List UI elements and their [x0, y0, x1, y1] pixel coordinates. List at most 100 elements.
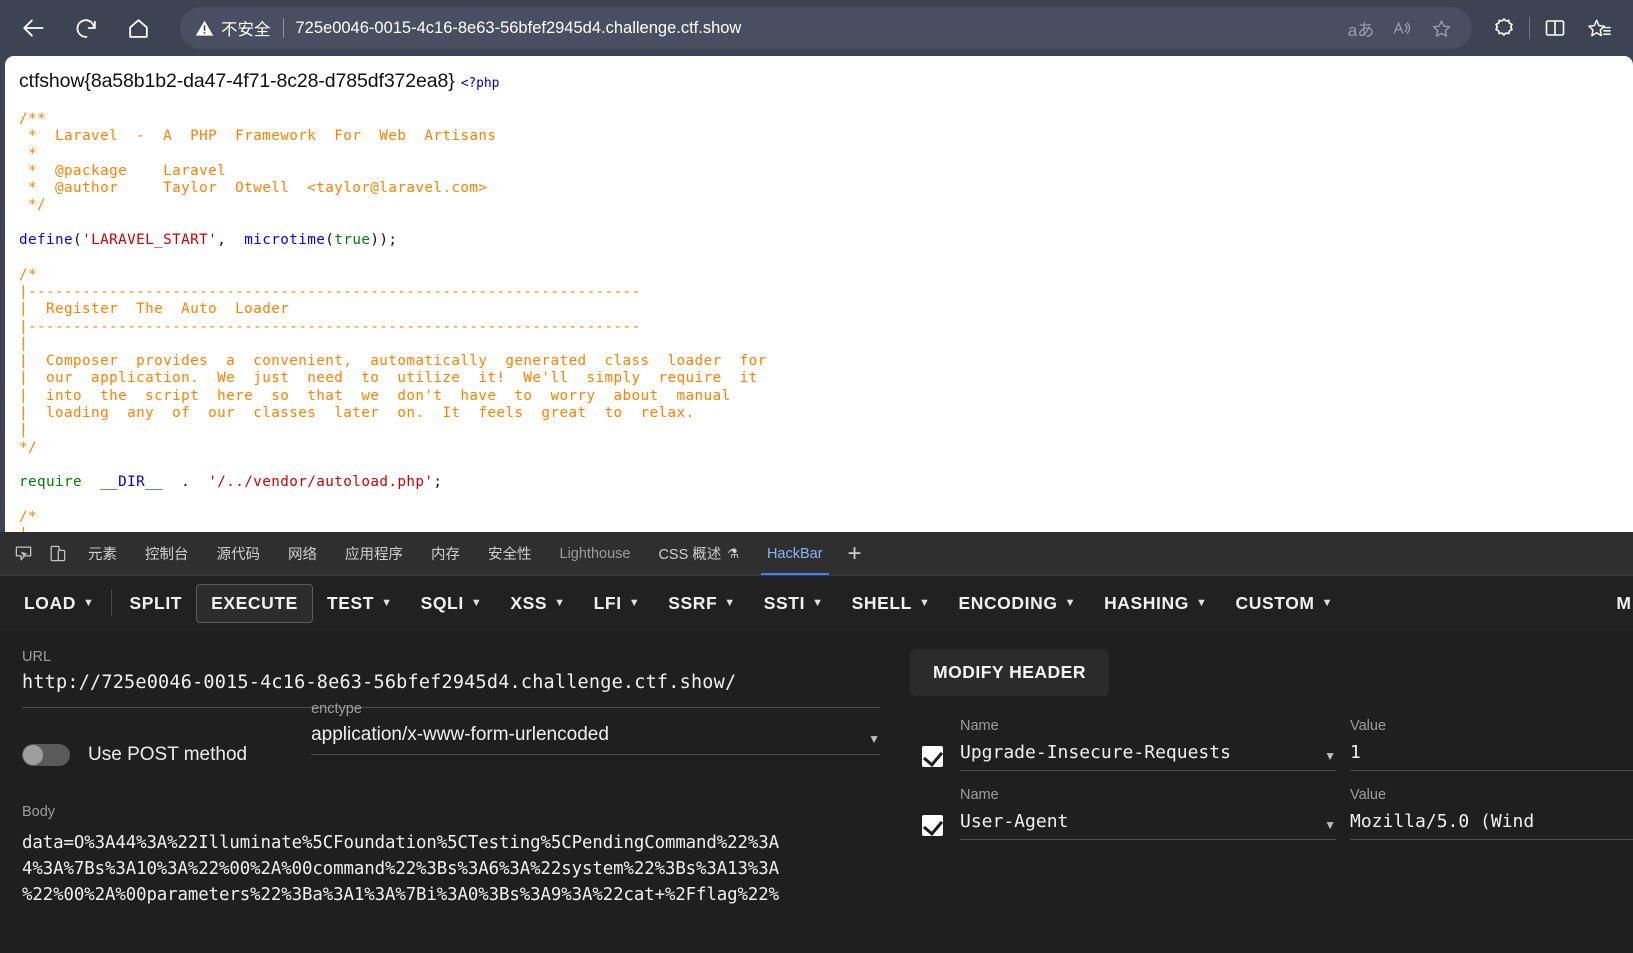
hackbar-load-button[interactable]: LOAD ▼ [10, 585, 108, 622]
chevron-down-icon[interactable]: ▼ [1324, 818, 1336, 832]
add-favorite-icon[interactable] [1424, 11, 1458, 45]
button-label: TEST [326, 592, 375, 613]
name-input-wrap: User-Agent ▼ [960, 811, 1336, 840]
hackbar-body: URL http://725e0046-0015-4c16-8e63-56bfe… [0, 631, 1633, 953]
hackbar-custom-button[interactable]: CUSTOM ▼ [1221, 585, 1347, 622]
enctype-field: enctype application/x-www-form-urlencode… [311, 701, 880, 755]
tab-network[interactable]: 网络 [274, 532, 331, 575]
reload-button[interactable] [66, 8, 106, 48]
button-label: LFI [593, 592, 622, 613]
toolbar-divider [111, 590, 113, 616]
tab-label: HackBar [766, 545, 823, 562]
favorites-list-icon[interactable] [1577, 6, 1621, 50]
toolbar-overflow-indicator[interactable]: M [1616, 576, 1631, 630]
modify-header-button[interactable]: MODIFY HEADER [910, 649, 1109, 696]
hackbar-lfi-button[interactable]: LFI ▼ [580, 585, 655, 622]
button-label: SSRF [668, 592, 718, 613]
button-label: SQLI [420, 592, 464, 613]
chevron-down-icon: ▼ [1321, 597, 1334, 609]
row-value-cell: 1 [1350, 742, 1633, 771]
hackbar-ssti-button[interactable]: SSTI ▼ [750, 585, 838, 622]
back-button[interactable] [14, 8, 54, 48]
flag-line: ctfshow{8a58b1b2-da47-4f71-8c28-d785df37… [19, 70, 1633, 93]
home-button[interactable] [118, 8, 158, 48]
body-field-value[interactable]: data=O%3A44%3A%22Illuminate%5CFoundation… [22, 830, 880, 908]
tab-sources[interactable]: 源代码 [203, 532, 275, 575]
experiment-flask-icon: ⚗ [727, 545, 739, 561]
modify-header-header-row-1: Name Value [910, 718, 1633, 734]
table-row: Upgrade-Insecure-Requests ▼ 1 [910, 742, 1633, 771]
toggle-knob [23, 745, 43, 765]
value-input-wrap: 1 [1350, 742, 1633, 771]
button-label: SHELL [851, 592, 912, 613]
chevron-down-icon[interactable]: ▼ [1324, 749, 1336, 763]
value-column-header: Value [1350, 718, 1633, 734]
devtools-panel: 元素 控制台 源代码 网络 应用程序 内存 安全性 Lighthouse CSS… [0, 532, 1633, 953]
enctype-select[interactable]: application/x-www-form-urlencoded ▼ [311, 724, 880, 755]
tab-memory[interactable]: 内存 [417, 532, 474, 575]
hackbar-request-pane: URL http://725e0046-0015-4c16-8e63-56bfe… [0, 631, 900, 953]
tab-lighthouse[interactable]: Lighthouse [546, 532, 645, 575]
button-label: LOAD [24, 592, 76, 613]
url-field-label: URL [22, 649, 52, 665]
chevron-down-icon: ▼ [82, 597, 95, 609]
header-enabled-checkbox[interactable] [922, 746, 943, 767]
read-aloud-icon[interactable] [1384, 11, 1418, 45]
tab-console[interactable]: 控制台 [131, 532, 203, 575]
chevron-down-icon: ▼ [724, 597, 736, 609]
address-bar[interactable]: 不安全 725e0046-0015-4c16-8e63-56bfef2945d4… [180, 7, 1472, 49]
chevron-down-icon: ▼ [812, 597, 824, 609]
copilot-icon[interactable] [1482, 6, 1526, 50]
hackbar-sqli-button[interactable]: SQLI ▼ [407, 585, 497, 622]
inspect-element-icon[interactable] [6, 532, 40, 575]
add-tab-button[interactable]: + [837, 532, 873, 575]
tab-label: CSS 概述 [658, 547, 722, 563]
header-name-value[interactable]: Upgrade-Insecure-Requests [960, 742, 1231, 763]
value-input-wrap: Mozilla/5.0 (Wind [1350, 811, 1633, 840]
tab-elements[interactable]: 元素 [74, 532, 131, 575]
browser-toolbar: 不安全 725e0046-0015-4c16-8e63-56bfef2945d4… [0, 0, 1633, 56]
back-arrow-icon [23, 19, 44, 37]
hackbar-ssrf-button[interactable]: SSRF ▼ [654, 585, 750, 622]
tab-security[interactable]: 安全性 [474, 532, 546, 575]
tab-css-overview[interactable]: CSS 概述 ⚗ [644, 532, 753, 575]
header-enabled-checkbox[interactable] [922, 815, 943, 836]
hackbar-test-button[interactable]: TEST ▼ [313, 585, 407, 622]
chevron-down-icon: ▼ [1195, 597, 1208, 609]
security-status-text: 不安全 [221, 21, 271, 39]
name-input-wrap: Upgrade-Insecure-Requests ▼ [960, 742, 1336, 771]
php-source-code: /** * Laravel - A PHP Framework For Web … [19, 111, 767, 532]
hackbar-xss-button[interactable]: XSS ▼ [496, 585, 579, 622]
button-label: EXECUTE [211, 592, 298, 613]
flag-text: ctfshow{8a58b1b2-da47-4f71-8c28-d785df37… [19, 70, 455, 92]
tab-hackbar[interactable]: HackBar [753, 532, 837, 575]
page-viewport: ctfshow{8a58b1b2-da47-4f71-8c28-d785df37… [5, 56, 1633, 532]
translate-icon[interactable]: aあ [1344, 11, 1378, 45]
tab-application[interactable]: 应用程序 [331, 532, 417, 575]
header-name-value[interactable]: User-Agent [960, 811, 1068, 832]
tab-label: 应用程序 [345, 547, 403, 563]
modify-header-header-row-2: Name Value [910, 787, 1633, 803]
header-value-value[interactable]: 1 [1350, 742, 1361, 763]
chevron-down-icon: ▼ [554, 597, 566, 609]
header-value-value[interactable]: Mozilla/5.0 (Wind [1350, 811, 1534, 832]
hackbar-shell-button[interactable]: SHELL ▼ [838, 585, 945, 622]
button-label: SSTI [763, 592, 806, 613]
row-checkbox-cell [910, 815, 960, 836]
hackbar-split-button[interactable]: SPLIT [115, 585, 196, 622]
hackbar-hashing-button[interactable]: HASHING ▼ [1090, 585, 1221, 622]
button-label: HASHING [1104, 592, 1189, 613]
use-post-method-toggle[interactable] [22, 744, 70, 766]
row-checkbox-cell [910, 746, 960, 767]
url-field-value[interactable]: http://725e0046-0015-4c16-8e63-56bfef294… [22, 672, 880, 693]
device-toolbar-icon[interactable] [40, 532, 74, 575]
split-screen-icon[interactable] [1533, 6, 1577, 50]
hackbar-execute-button[interactable]: EXECUTE [196, 583, 313, 623]
post-method-row: Use POST method enctype application/x-ww… [22, 701, 880, 782]
column-label: Name [960, 718, 999, 734]
actions-divider [1529, 17, 1530, 39]
page-content: ctfshow{8a58b1b2-da47-4f71-8c28-d785df37… [5, 56, 1633, 532]
name-column-header: Name [960, 787, 1350, 803]
hackbar-encoding-button[interactable]: ENCODING ▼ [944, 585, 1090, 622]
row-name-cell: User-Agent ▼ [960, 811, 1350, 840]
